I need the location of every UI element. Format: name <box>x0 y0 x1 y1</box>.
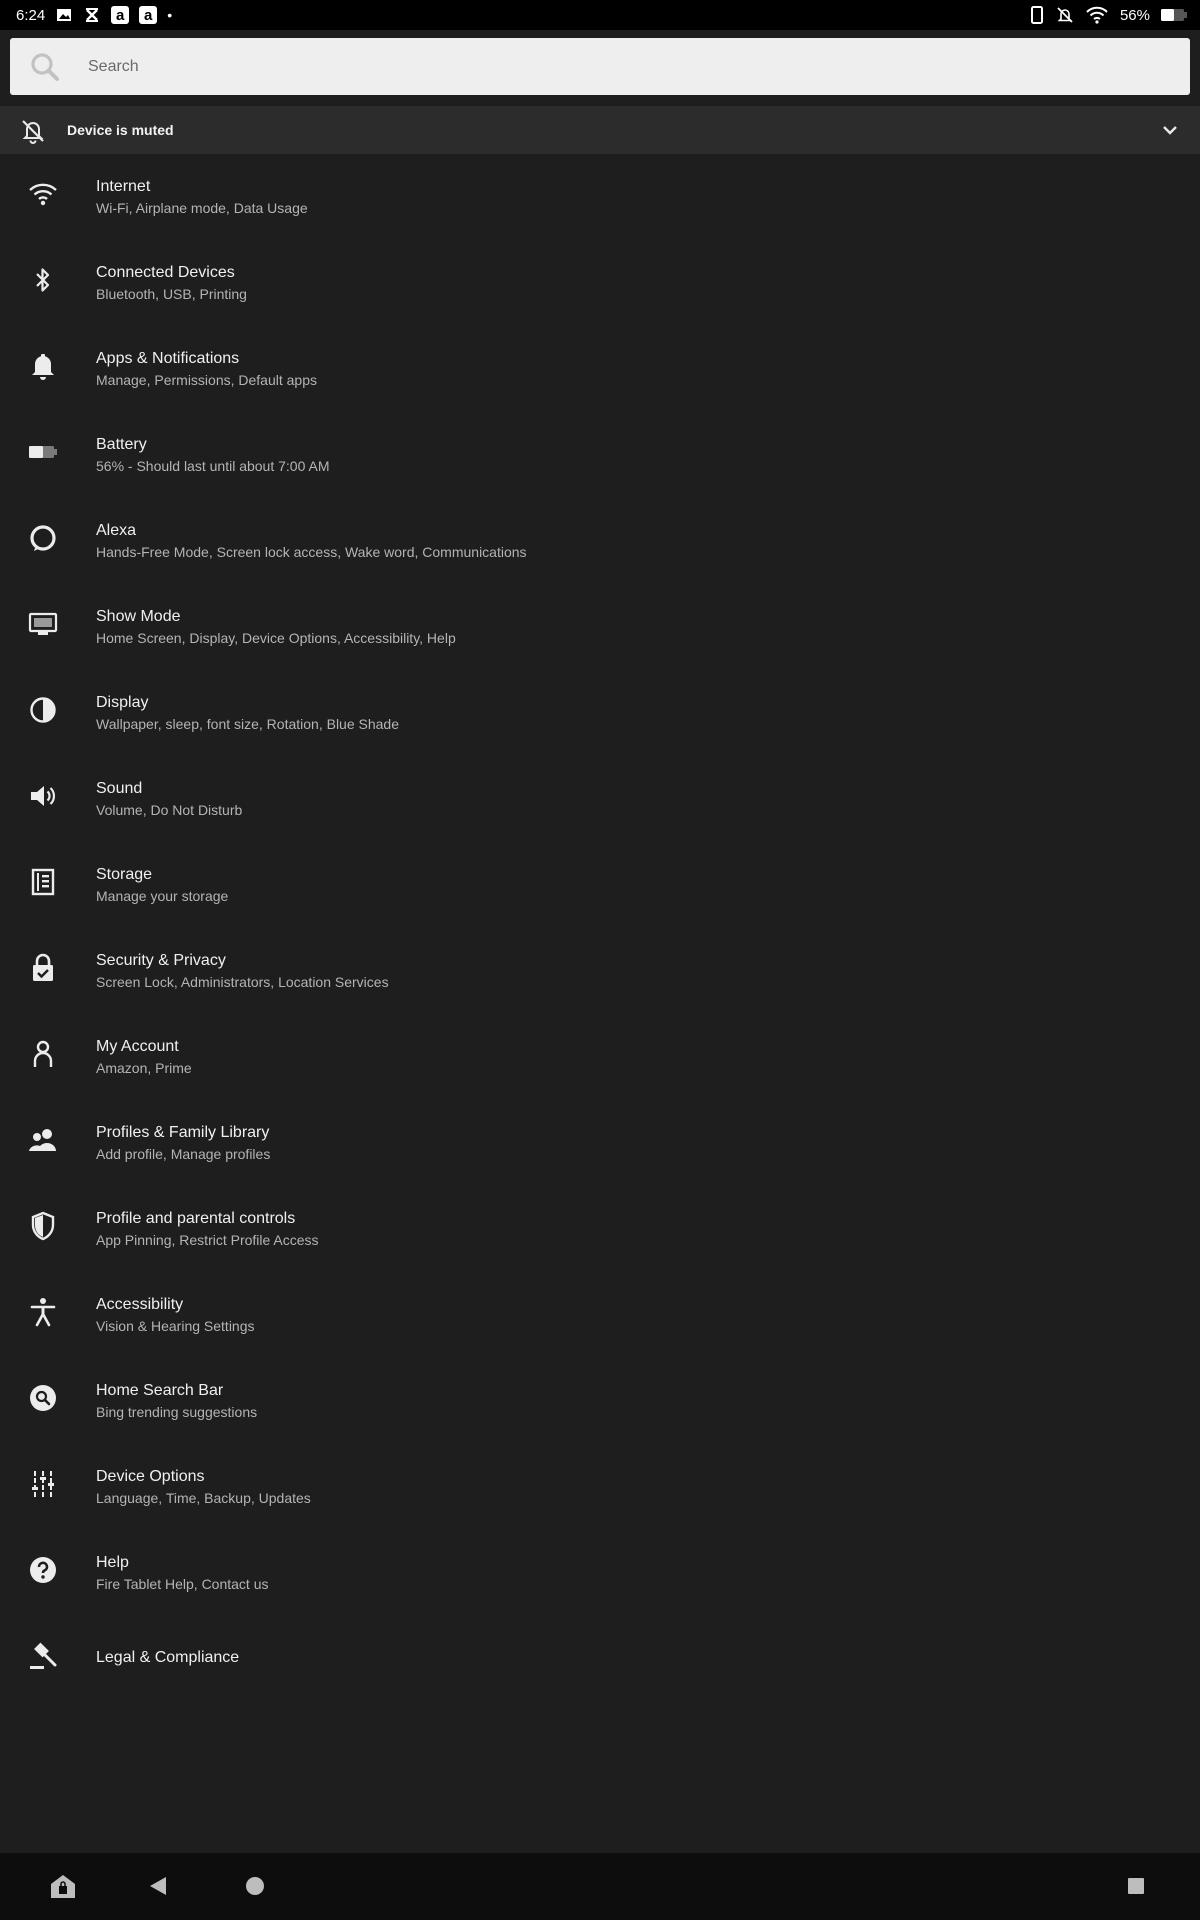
settings-item-title: Apps & Notifications <box>96 350 240 367</box>
settings-item-subtitle: Manage your storage <box>96 888 229 904</box>
settings-item-legal-compliance[interactable]: Legal & Compliance <box>0 1616 1200 1702</box>
bell-icon <box>28 351 58 381</box>
bell-off-icon <box>1056 6 1074 24</box>
settings-item-storage[interactable]: Storage Manage your storage <box>0 842 1200 928</box>
settings-item-title: Help <box>96 1554 129 1571</box>
amazon-icon: a <box>111 6 130 24</box>
settings-item-subtitle: Vision & Hearing Settings <box>96 1318 255 1334</box>
tablet-icon <box>1028 6 1046 24</box>
settings-item-title: Profiles & Family Library <box>96 1124 270 1141</box>
settings-item-title: Accessibility <box>96 1296 184 1313</box>
navigation-bar <box>0 1853 1200 1920</box>
settings-item-subtitle: Wi-Fi, Airplane mode, Data Usage <box>96 200 308 216</box>
settings-item-sound[interactable]: Sound Volume, Do Not Disturb <box>0 756 1200 842</box>
settings-item-title: Storage <box>96 866 153 883</box>
settings-item-accessibility[interactable]: Accessibility Vision & Hearing Settings <box>0 1272 1200 1358</box>
settings-list: Internet Wi-Fi, Airplane mode, Data Usag… <box>0 154 1200 1702</box>
settings-item-title: Display <box>96 694 149 711</box>
search-circle-icon <box>28 1383 58 1413</box>
muted-banner[interactable]: Device is muted <box>0 106 1200 154</box>
person-icon <box>28 1039 58 1069</box>
clock: 6:24 <box>16 6 46 24</box>
gavel-icon <box>28 1641 58 1671</box>
settings-item-subtitle: Amazon, Prime <box>96 1060 192 1076</box>
settings-item-title: Security & Privacy <box>96 952 226 969</box>
settings-item-parental-controls[interactable]: Profile and parental controls App Pinnin… <box>0 1186 1200 1272</box>
wifi-icon <box>1084 6 1110 24</box>
settings-item-title: Internet <box>96 178 151 195</box>
settings-item-subtitle: Screen Lock, Administrators, Location Se… <box>96 974 389 990</box>
settings-item-display[interactable]: Display Wallpaper, sleep, font size, Rot… <box>0 670 1200 756</box>
x-app-icon <box>83 6 101 24</box>
battery-icon <box>28 437 58 467</box>
wifi-icon <box>28 179 58 209</box>
settings-item-profiles-family[interactable]: Profiles & Family Library Add profile, M… <box>0 1100 1200 1186</box>
settings-item-subtitle: Home Screen, Display, Device Options, Ac… <box>96 630 456 646</box>
more-dot-icon: • <box>167 7 173 23</box>
alexa-icon <box>28 523 58 553</box>
lock-icon <box>28 953 58 983</box>
settings-item-help[interactable]: Help Fire Tablet Help, Contact us <box>0 1530 1200 1616</box>
settings-item-connected-devices[interactable]: Connected Devices Bluetooth, USB, Printi… <box>0 240 1200 326</box>
chevron-down-icon[interactable] <box>1160 120 1180 145</box>
settings-item-device-options[interactable]: Device Options Language, Time, Backup, U… <box>0 1444 1200 1530</box>
settings-item-my-account[interactable]: My Account Amazon, Prime <box>0 1014 1200 1100</box>
settings-item-subtitle: Language, Time, Backup, Updates <box>96 1490 311 1506</box>
settings-item-subtitle: Add profile, Manage profiles <box>96 1146 271 1162</box>
muted-banner-label: Device is muted <box>67 122 174 138</box>
gallery-icon <box>55 6 73 24</box>
speaker-icon <box>28 781 58 811</box>
settings-item-internet[interactable]: Internet Wi-Fi, Airplane mode, Data Usag… <box>0 154 1200 240</box>
status-bar: 6:24 a a • 56% <box>0 0 1200 30</box>
settings-item-alexa[interactable]: Alexa Hands-Free Mode, Screen lock acces… <box>0 498 1200 584</box>
settings-item-subtitle: Volume, Do Not Disturb <box>96 802 243 818</box>
settings-item-home-search-bar[interactable]: Home Search Bar Bing trending suggestion… <box>0 1358 1200 1444</box>
settings-item-title: My Account <box>96 1038 179 1055</box>
settings-item-subtitle: Manage, Permissions, Default apps <box>96 372 317 388</box>
settings-item-title: Profile and parental controls <box>96 1210 296 1227</box>
settings-item-title: Device Options <box>96 1468 205 1485</box>
shield-icon <box>28 1211 58 1241</box>
settings-item-title: Sound <box>96 780 143 797</box>
search-input[interactable] <box>86 56 1090 77</box>
settings-item-show-mode[interactable]: Show Mode Home Screen, Display, Device O… <box>0 584 1200 670</box>
settings-item-title: Alexa <box>96 522 137 539</box>
search-bar[interactable] <box>10 38 1190 95</box>
settings-item-subtitle: Hands-Free Mode, Screen lock access, Wak… <box>96 544 527 560</box>
settings-item-title: Show Mode <box>96 608 181 625</box>
settings-item-subtitle: App Pinning, Restrict Profile Access <box>96 1232 319 1248</box>
bluetooth-icon <box>28 265 58 295</box>
storage-icon <box>28 867 58 897</box>
status-bar-left: 6:24 a a • <box>16 6 172 24</box>
battery-icon <box>1160 6 1188 24</box>
settings-item-battery[interactable]: Battery 56% - Should last until about 7:… <box>0 412 1200 498</box>
settings-item-subtitle: Fire Tablet Help, Contact us <box>96 1576 269 1592</box>
home-icon[interactable] <box>235 1866 275 1906</box>
sliders-icon <box>28 1469 58 1499</box>
settings-item-subtitle: Bing trending suggestions <box>96 1404 258 1420</box>
help-icon <box>28 1555 58 1585</box>
settings-item-subtitle: Bluetooth, USB, Printing <box>96 286 247 302</box>
settings-item-apps-notifications[interactable]: Apps & Notifications Manage, Permissions… <box>0 326 1200 412</box>
monitor-icon <box>28 609 58 639</box>
battery-percent: 56% <box>1119 6 1150 24</box>
accessibility-icon <box>28 1297 58 1327</box>
settings-item-subtitle: 56% - Should last until about 7:00 AM <box>96 458 330 474</box>
recents-icon[interactable] <box>1116 1866 1156 1906</box>
status-bar-right: 56% <box>1028 6 1188 24</box>
contrast-icon <box>28 695 58 725</box>
people-icon <box>28 1125 58 1155</box>
bell-off-icon <box>20 118 46 149</box>
home-shop-icon[interactable] <box>43 1866 83 1906</box>
amazon-icon: a <box>139 6 158 24</box>
settings-item-title: Connected Devices <box>96 264 235 281</box>
settings-item-title: Battery <box>96 436 147 453</box>
settings-item-title: Home Search Bar <box>96 1382 224 1399</box>
settings-item-subtitle: Wallpaper, sleep, font size, Rotation, B… <box>96 716 399 732</box>
settings-item-security-privacy[interactable]: Security & Privacy Screen Lock, Administ… <box>0 928 1200 1014</box>
back-icon[interactable] <box>138 1866 178 1906</box>
search-icon <box>31 52 59 81</box>
settings-item-title: Legal & Compliance <box>96 1649 240 1666</box>
